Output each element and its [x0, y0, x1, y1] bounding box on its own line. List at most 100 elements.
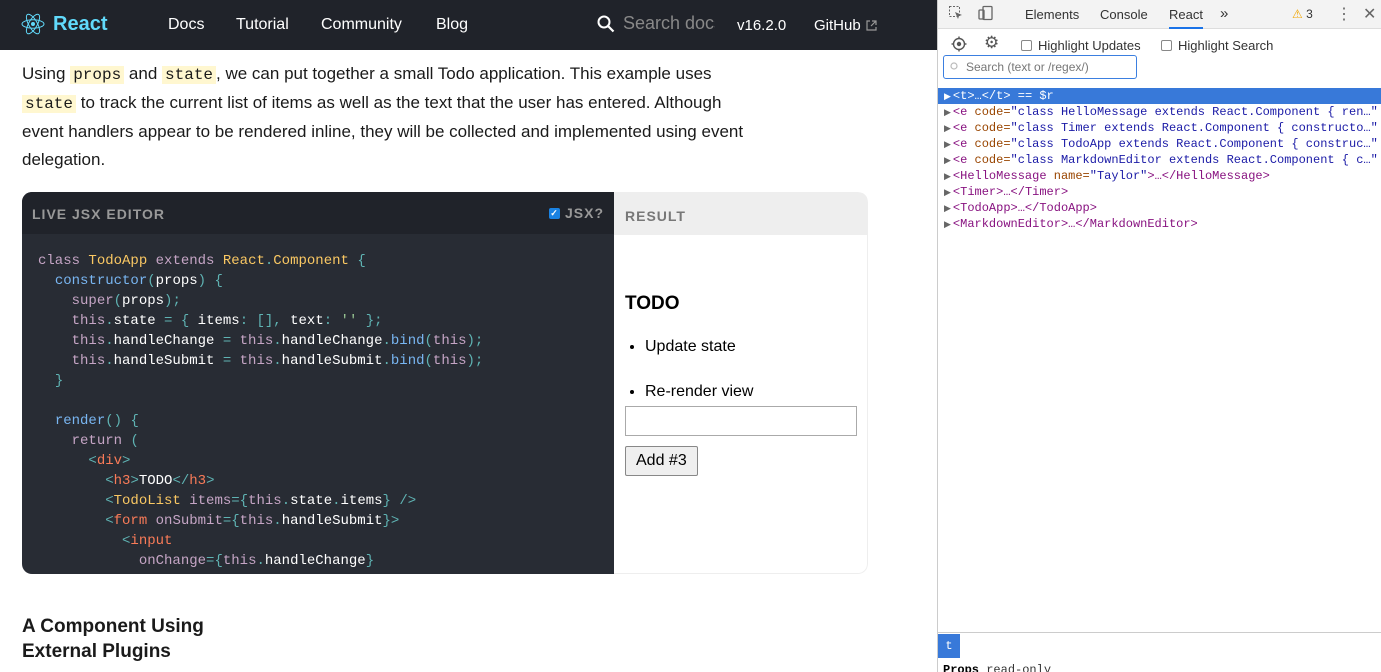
- code-editor[interactable]: class TodoApp extends React.Component { …: [22, 234, 614, 574]
- highlight-updates-toggle[interactable]: Highlight Updates: [1021, 38, 1141, 53]
- nav-tutorial[interactable]: Tutorial: [236, 16, 289, 34]
- props-header: Props read-only: [943, 663, 1051, 672]
- more-tabs-icon[interactable]: »: [1220, 5, 1228, 22]
- editor-header: LIVE JSX EDITOR ✓ JSX?: [22, 192, 614, 234]
- node-value: "class MarkdownEditor extends React.Comp…: [1010, 153, 1378, 167]
- devtools-toolbar: Elements Console React » ⚠ 3 ⋮ ✕: [938, 0, 1381, 29]
- highlight-search-checkbox[interactable]: [1161, 40, 1172, 51]
- highlight-search-label: Highlight Search: [1178, 38, 1274, 53]
- tree-node[interactable]: ▶ <Timer>…</Timer>: [938, 184, 1381, 200]
- expand-arrow-icon[interactable]: ▶: [944, 108, 951, 118]
- node-tail: …</MarkdownEditor>: [1068, 217, 1198, 231]
- expand-arrow-icon[interactable]: ▶: [944, 220, 951, 230]
- props-note: read-only: [986, 663, 1052, 672]
- warning-icon: ⚠: [1292, 7, 1303, 21]
- tree-node[interactable]: ▶ <HelloMessage name="Taylor">…</HelloMes…: [938, 168, 1381, 184]
- nav-blog[interactable]: Blog: [436, 16, 468, 34]
- search-icon: [950, 62, 958, 70]
- code-pane: LIVE JSX EDITOR ✓ JSX? class TodoApp ext…: [22, 192, 614, 574]
- locate-icon[interactable]: [951, 36, 967, 52]
- node-tag: <MarkdownEditor>: [952, 217, 1069, 231]
- react-atom-icon: [21, 13, 45, 35]
- highlight-updates-checkbox[interactable]: [1021, 40, 1032, 51]
- list-item: Re-render view: [645, 383, 753, 401]
- kebab-menu-icon[interactable]: ⋮: [1336, 4, 1352, 24]
- tab-elements[interactable]: Elements: [1025, 7, 1079, 22]
- nav-docs[interactable]: Docs: [168, 16, 204, 34]
- devtools-panel: Elements Console React » ⚠ 3 ⋮ ✕ ⚙ Highl…: [937, 0, 1381, 672]
- warnings-count: 3: [1306, 7, 1313, 21]
- node-tag: <e: [952, 121, 968, 135]
- inspect-element-icon[interactable]: [948, 5, 964, 21]
- tree-node[interactable]: ▶ <e code="class TodoApp extends React.Co…: [938, 136, 1381, 152]
- node-value: "Taylor": [1089, 169, 1148, 183]
- node-attr: code=: [967, 153, 1011, 167]
- todo-input[interactable]: [625, 406, 857, 436]
- node-attr: code=: [967, 105, 1011, 119]
- expand-arrow-icon[interactable]: ▶: [944, 124, 951, 134]
- list-item: Update state: [645, 338, 753, 356]
- tree-node[interactable]: ▶ <e code="class MarkdownEditor extends R…: [938, 152, 1381, 168]
- node-tail: …</TodoApp>: [1017, 201, 1097, 215]
- device-toolbar-icon[interactable]: [978, 5, 994, 21]
- external-link-icon: [866, 20, 877, 31]
- tab-react[interactable]: React: [1169, 7, 1203, 29]
- node-tag: <e: [952, 153, 968, 167]
- github-link[interactable]: GitHub: [814, 17, 877, 34]
- tree-search-input[interactable]: [966, 60, 1116, 74]
- expand-arrow-icon[interactable]: ▶: [944, 188, 951, 198]
- site-search-input[interactable]: [623, 13, 715, 34]
- result-pane: RESULT TODO Update state Re-render view …: [614, 192, 868, 574]
- node-value: "class TodoApp extends React.Component {…: [1010, 137, 1378, 151]
- code-state-2: state: [22, 95, 77, 113]
- expand-arrow-icon[interactable]: ▶: [944, 92, 951, 102]
- result-header: RESULT: [614, 193, 867, 235]
- close-icon[interactable]: ✕: [1363, 4, 1376, 24]
- intro-text-3: , we can put together a small Todo appli…: [216, 64, 712, 83]
- node-tag: <TodoApp>: [952, 201, 1018, 215]
- version-link[interactable]: v16.2.0: [737, 17, 786, 34]
- tree-node[interactable]: ▶ <e code="class Timer extends React.Comp…: [938, 120, 1381, 136]
- node-attr: code=: [967, 121, 1011, 135]
- brand-name: React: [53, 12, 108, 35]
- tree-node[interactable]: ▶ <TodoApp>…</TodoApp>: [938, 200, 1381, 216]
- jsx-label: JSX?: [564, 205, 604, 221]
- react-docs-page: React Docs Tutorial Community Blog v16.2…: [0, 0, 937, 672]
- expand-arrow-icon[interactable]: ▶: [944, 156, 951, 166]
- warnings-badge[interactable]: ⚠ 3: [1292, 7, 1313, 21]
- nav-community[interactable]: Community: [321, 16, 402, 34]
- tree-node[interactable]: ▶ <MarkdownEditor>…</MarkdownEditor>: [938, 216, 1381, 232]
- intro-text-1: Using: [22, 64, 71, 83]
- node-tail: …</Timer>: [1003, 185, 1069, 199]
- component-tree: ▶ <t>…</t> == $r ▶ <e code="class HelloMes…: [938, 88, 1381, 232]
- tab-console[interactable]: Console: [1100, 7, 1148, 22]
- highlight-search-toggle[interactable]: Highlight Search: [1161, 38, 1273, 53]
- node-tail: …</t> == $r: [974, 89, 1054, 103]
- node-tail: >…</HelloMessage>: [1147, 169, 1270, 183]
- expand-arrow-icon[interactable]: ▶: [944, 172, 951, 182]
- node-value: "class HelloMessage extends React.Compon…: [1010, 105, 1378, 119]
- jsx-toggle[interactable]: ✓ JSX?: [548, 205, 604, 221]
- site-search: [597, 13, 715, 34]
- expand-arrow-icon[interactable]: ▶: [944, 204, 951, 214]
- node-tag: <Timer>: [952, 185, 1004, 199]
- jsx-checkbox[interactable]: ✓: [548, 207, 560, 219]
- react-devtools-settings: ⚙ Highlight Updates Highlight Search: [938, 30, 1381, 84]
- react-logo[interactable]: React: [21, 12, 107, 36]
- tree-node[interactable]: ▶ <e code="class HelloMessage extends Rea…: [938, 104, 1381, 120]
- selected-node-breadcrumb[interactable]: t: [938, 634, 960, 658]
- node-attr: code=: [967, 137, 1011, 151]
- node-attr: name=: [1046, 169, 1090, 183]
- node-tag: <HelloMessage: [952, 169, 1047, 183]
- github-label: GitHub: [814, 17, 861, 34]
- section-heading: A Component Using External Plugins: [22, 616, 204, 662]
- tree-search: [943, 55, 1137, 79]
- add-todo-button[interactable]: Add #3: [625, 446, 698, 476]
- tree-node-selected[interactable]: ▶ <t>…</t> == $r: [938, 88, 1381, 104]
- node-tag: <t>: [952, 89, 975, 103]
- code-state: state: [162, 66, 217, 84]
- settings-gear-icon[interactable]: ⚙: [984, 33, 999, 53]
- todo-title: TODO: [625, 293, 680, 314]
- expand-arrow-icon[interactable]: ▶: [944, 140, 951, 150]
- search-icon: [597, 15, 615, 32]
